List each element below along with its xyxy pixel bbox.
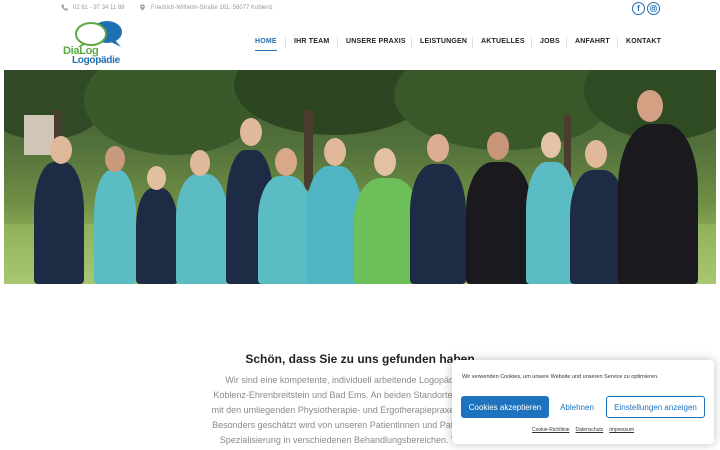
cookie-policy-link[interactable]: Cookie-Richtlinie [532, 427, 570, 433]
nav-item-leistungen[interactable]: LEISTUNGEN [420, 38, 467, 45]
privacy-link[interactable]: Datenschutz [575, 427, 603, 433]
team-member-head [275, 148, 297, 176]
map-pin-icon [140, 4, 145, 11]
phone-contact[interactable]: 02 61 - 97 34 11 88 [61, 4, 125, 11]
cookie-message: Wir verwenden Cookies, um unsere Website… [462, 374, 659, 380]
team-member [526, 162, 576, 284]
nav-item-kontakt[interactable]: KONTAKT [626, 38, 661, 45]
team-member-head [637, 90, 663, 122]
team-member [466, 162, 532, 284]
team-member-head [190, 150, 210, 176]
facebook-link[interactable]: f [632, 2, 645, 15]
instagram-icon [650, 5, 657, 12]
team-member-head [105, 146, 125, 172]
nav-separator [411, 37, 412, 48]
nav-item-unsere-praxis[interactable]: UNSERE PRAXIS [346, 38, 406, 45]
team-member-head [374, 148, 396, 176]
accept-cookies-button[interactable]: Cookies akzeptieren [461, 396, 549, 418]
team-member [136, 188, 178, 284]
imprint-link[interactable]: Impressum [609, 427, 634, 433]
team-member [94, 170, 136, 284]
nav-item-anfahrt[interactable]: ANFAHRT [575, 38, 610, 45]
team-member [258, 176, 312, 284]
address-contact: Friedrich-Wilhelm-Straße 161, 56077 Kobl… [139, 4, 273, 11]
team-member-head [541, 132, 561, 158]
cookie-settings-button[interactable]: Einstellungen anzeigen [606, 396, 705, 418]
nav-item-home[interactable]: HOME [255, 38, 277, 51]
nav-separator [337, 37, 338, 48]
cookie-consent-banner: Wir verwenden Cookies, um unsere Website… [452, 360, 714, 444]
nav-separator [285, 37, 286, 48]
facebook-icon: f [637, 4, 640, 13]
nav-item-ihr-team[interactable]: IHR TEAM [294, 38, 329, 45]
address-text: Friedrich-Wilhelm-Straße 161, 56077 Kobl… [151, 4, 273, 11]
team-member-head [427, 134, 449, 162]
nav-separator [566, 37, 567, 48]
nav-item-aktuelles[interactable]: AKTUELLES [481, 38, 525, 45]
nav-separator [617, 37, 618, 48]
phone-number: 02 61 - 97 34 11 88 [73, 4, 125, 11]
team-member-head [240, 118, 262, 146]
team-member-head [50, 136, 72, 164]
team-member [34, 162, 84, 284]
top-contact-bar: 02 61 - 97 34 11 88 Friedrich-Wilhelm-St… [0, 0, 720, 18]
logo-text-logopaedie: Logopädie [72, 55, 120, 66]
team-member-head [487, 132, 509, 160]
cookie-links: Cookie-Richtlinie Datenschutz Impressum [452, 427, 714, 433]
team-member-head [324, 138, 346, 166]
team-photo [4, 70, 716, 284]
team-member-head [585, 140, 607, 168]
main-navigation: HOME IHR TEAM UNSERE PRAXIS LEISTUNGEN A… [0, 37, 720, 52]
instagram-link[interactable] [647, 2, 660, 15]
nav-separator [531, 37, 532, 48]
nav-separator [472, 37, 473, 48]
team-member-head [147, 166, 166, 190]
team-member [618, 124, 698, 284]
team-member [176, 174, 228, 284]
team-member [410, 164, 466, 284]
phone-icon [61, 4, 68, 11]
nav-item-jobs[interactable]: JOBS [540, 38, 560, 45]
deny-cookies-button[interactable]: Ablehnen [556, 396, 598, 418]
